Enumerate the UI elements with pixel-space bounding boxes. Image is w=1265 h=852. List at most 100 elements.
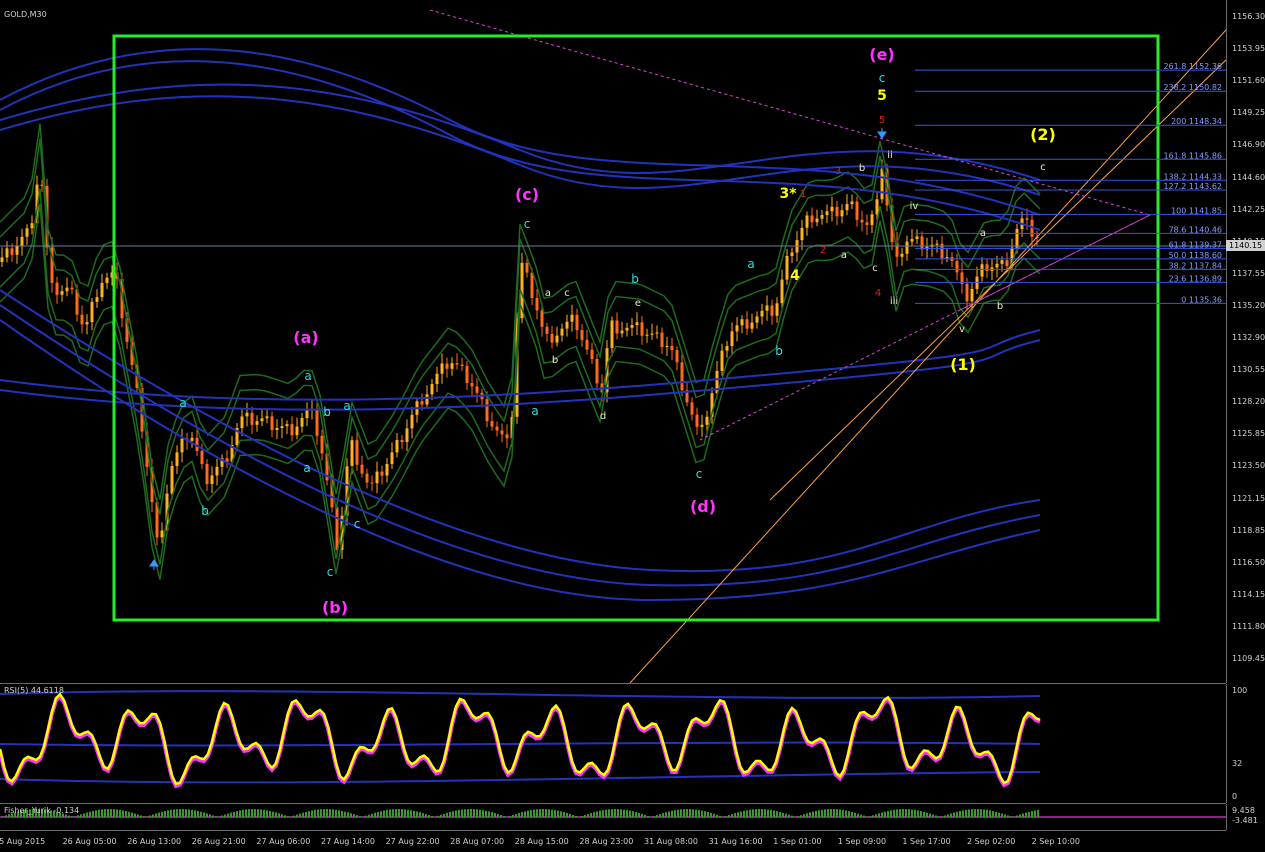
price-axis[interactable]: 1156.301153.951151.601149.251146.901144.… <box>1226 0 1265 683</box>
candle <box>741 315 744 333</box>
candle <box>386 458 389 483</box>
wave-label: c <box>324 405 331 419</box>
fisher-bar <box>212 815 214 817</box>
candle <box>791 248 794 264</box>
fisher-bar <box>716 815 718 817</box>
fisher-bar <box>299 814 301 817</box>
fisher-bar <box>380 811 382 817</box>
current-price-tag: 1140.15 <box>1226 240 1265 251</box>
fisher-bar <box>143 816 145 817</box>
candle <box>26 224 29 245</box>
candle <box>271 411 274 437</box>
fisher-bar <box>368 815 370 817</box>
candle <box>296 418 299 440</box>
candle <box>646 329 649 343</box>
fisher-bar <box>617 809 619 817</box>
candle <box>956 254 959 280</box>
fisher-bar <box>431 816 433 817</box>
wave-label: b <box>859 163 865 174</box>
fisher-bar <box>908 809 910 817</box>
candle <box>226 450 229 468</box>
fisher-bar <box>443 814 445 817</box>
fisher-bar <box>659 814 661 817</box>
fisher-bar <box>980 809 982 817</box>
candle <box>416 397 419 423</box>
price-tick: 1130.55 <box>1232 365 1265 374</box>
price-chart-pane[interactable]: 261.8 1152.36238.2 1150.82200 1148.34161… <box>0 0 1226 683</box>
fisher-bar <box>146 816 148 817</box>
rsi-signal-line <box>0 696 1040 786</box>
highlight-box[interactable] <box>114 36 1158 620</box>
fisher-bar <box>746 810 748 817</box>
candle <box>276 419 279 439</box>
fisher-bar <box>590 813 592 817</box>
fisher-bar <box>959 811 961 817</box>
candle <box>476 378 479 402</box>
candle <box>466 361 469 390</box>
candle <box>96 289 99 308</box>
candle <box>61 285 64 302</box>
fisher-bar <box>131 813 133 817</box>
wave-label: (c) <box>515 185 539 204</box>
candle <box>866 214 869 235</box>
fisher-bar <box>353 814 355 817</box>
fisher-pane[interactable]: Fisher_Yurik -0.134 <box>0 804 1226 830</box>
fib-level-label: 161.8 1145.86 <box>1163 151 1222 160</box>
fisher-bar <box>743 811 745 817</box>
candle <box>656 326 659 339</box>
fisher-bar <box>491 812 493 817</box>
fisher-bar <box>266 810 268 817</box>
fisher-bar <box>821 810 823 817</box>
candle <box>206 459 209 491</box>
fisher-bar <box>674 810 676 817</box>
fisher-bar <box>632 811 634 817</box>
fisher-bar <box>416 811 418 817</box>
wave-label: 5 <box>879 115 885 126</box>
fisher-bar <box>500 815 502 817</box>
wave-label: ii <box>887 150 893 161</box>
fisher-bar <box>914 810 916 817</box>
rsi-pane[interactable]: RSI(5) 44.6118 <box>0 684 1226 802</box>
wave-label: a <box>980 228 986 239</box>
wave-label: c <box>327 565 334 579</box>
fisher-bar <box>611 809 613 817</box>
candle <box>781 270 784 309</box>
candle <box>181 429 184 463</box>
candle <box>766 295 769 320</box>
candle <box>736 317 739 341</box>
fisher-bar <box>935 816 937 817</box>
fisher-bar <box>665 812 667 817</box>
rsi-axis: 100320 <box>1226 684 1265 803</box>
price-tick: 1153.95 <box>1232 44 1265 53</box>
fisher-bar <box>539 809 541 817</box>
wave-label: a <box>841 250 847 261</box>
fisher-bar <box>269 811 271 817</box>
fisher-bar <box>656 815 658 817</box>
fisher-bar <box>596 811 598 817</box>
fisher-bar <box>734 813 736 817</box>
candle <box>786 249 789 285</box>
fisher-bar <box>152 814 154 817</box>
candle <box>776 297 779 323</box>
fisher-bar <box>983 809 985 817</box>
fisher-bar <box>134 813 136 817</box>
candle <box>101 274 104 301</box>
fisher-bar <box>800 815 802 817</box>
fisher-bar <box>323 809 325 817</box>
fisher-bar <box>932 814 934 817</box>
candle <box>571 305 574 332</box>
trendline[interactable] <box>630 30 1226 683</box>
fisher-bar <box>608 809 610 817</box>
fisher-bar <box>422 813 424 817</box>
candle <box>576 309 579 339</box>
fisher-bar <box>320 809 322 817</box>
fisher-bar <box>308 811 310 817</box>
price-tick: 1128.20 <box>1232 397 1265 406</box>
fisher-bar <box>182 809 184 817</box>
fisher-bar <box>533 810 535 817</box>
fisher-bar <box>923 812 925 817</box>
time-axis[interactable]: 25 Aug 201526 Aug 05:0026 Aug 13:0026 Au… <box>0 830 1226 852</box>
fisher-bar <box>485 811 487 817</box>
price-chart-canvas[interactable]: 261.8 1152.36238.2 1150.82200 1148.34161… <box>0 0 1226 683</box>
fisher-bar <box>554 810 556 817</box>
